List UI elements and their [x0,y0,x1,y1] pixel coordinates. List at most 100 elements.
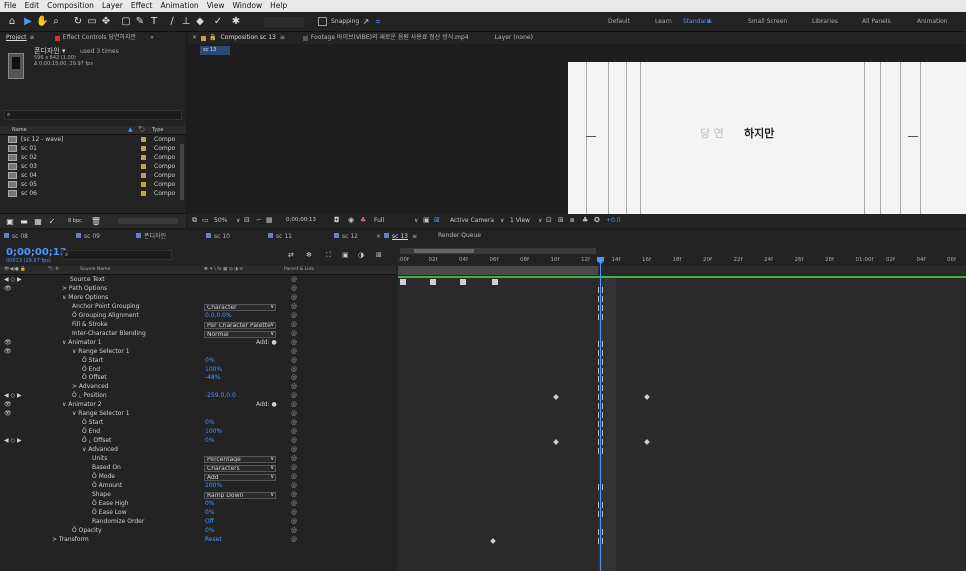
keyframe-navigator-icon[interactable]: ◀ ◇ ▶ [4,277,22,283]
work-area-span[interactable] [398,266,598,275]
home-icon[interactable]: ⌂ [6,16,18,28]
rectangle-tool-icon[interactable]: ▢ [120,16,132,28]
property-row[interactable]: Ö Start 0% @ [0,357,396,366]
expression-pickwhip-icon[interactable]: @ [291,429,297,435]
property-value[interactable]: Off [205,518,214,525]
property-row[interactable]: Shape Ramp Down ∨ @ [0,491,396,500]
expression-pickwhip-icon[interactable]: @ [291,303,297,310]
resolution-dropdown[interactable]: Full [374,218,384,224]
work-area-bar[interactable] [400,248,596,254]
expression-pickwhip-icon[interactable]: @ [291,285,297,292]
project-item[interactable]: sc 02 Compo [0,154,180,162]
property-row[interactable]: > Transform Reset @ [0,536,396,545]
zoom-level[interactable]: 50% [214,218,227,224]
property-row[interactable]: Ö End 100% @ [0,429,396,437]
timeline-tab[interactable]: sc 09 [76,233,100,240]
snapshot-icon[interactable]: ◘ [334,217,340,224]
magnify-icon[interactable]: ⧉ [192,217,197,224]
project-item[interactable]: sc 01 Compo [0,145,180,153]
channel-icon[interactable]: ▭ [202,217,209,224]
comp-breadcrumb[interactable]: sc 13 [200,46,230,55]
property-value[interactable]: 0% [205,438,215,444]
puppet-tool-icon[interactable]: ✱ [230,16,242,28]
keyframe-navigator-icon[interactable]: ◀ ◇ ▶ [4,393,22,399]
pan-behind-tool-icon[interactable]: ✥ [100,16,112,28]
close-tab-icon[interactable]: × [376,233,381,240]
comp-canvas[interactable]: 당 연 하지만 [568,62,966,214]
property-row[interactable]: 👁 ∨ Animator 2 Add: ● @ [0,402,396,410]
timeline-tab[interactable]: Render Queue [438,233,481,239]
expression-pickwhip-icon[interactable]: @ [291,384,297,390]
property-dropdown[interactable]: Normal [204,330,276,338]
expression-pickwhip-icon[interactable]: @ [291,348,297,355]
zoom-dropdown-icon[interactable]: ∨ [236,218,240,224]
expression-pickwhip-icon[interactable]: @ [291,536,297,543]
project-scrollbar[interactable] [180,144,184,200]
timeline-tab[interactable]: 폰디자인 [136,233,166,240]
property-value[interactable]: Reset [205,536,222,543]
channel-color-icon[interactable]: ♣ [360,217,366,224]
expression-pickwhip-icon[interactable]: @ [291,518,297,525]
property-row[interactable]: Fill & Stroke Per Character Palette ∨ @ [0,321,396,330]
keyframe-marker[interactable] [460,279,466,285]
show-snapshot-icon[interactable]: ◉ [348,217,354,224]
more-tabs-icon[interactable]: » [150,35,154,41]
3d-renderer-icon[interactable]: ⊞ [558,217,564,224]
timeline-tab[interactable]: × sc 13 ≡ [376,233,417,240]
expression-pickwhip-icon[interactable]: @ [291,393,297,399]
expression-pickwhip-icon[interactable]: @ [291,402,297,408]
property-row[interactable]: ◀ ◇ ▶ Ö ⌞ Position -259.0,0.0 @ [0,393,396,401]
menu-item[interactable]: Effect [131,2,153,10]
expression-pickwhip-icon[interactable]: @ [291,464,297,471]
expression-pickwhip-icon[interactable]: @ [291,491,297,498]
property-value[interactable]: 0% [205,420,215,426]
bit-depth[interactable]: 8 bpc [68,219,82,224]
draft-3d-icon[interactable]: ✻ [306,252,312,259]
expression-pickwhip-icon[interactable]: @ [291,447,297,453]
workspace-learn[interactable]: Learn [655,19,672,25]
fast-preview-icon[interactable]: ⊠ [434,217,440,224]
viewer-timecode[interactable]: 0;00;00;13 [286,217,316,224]
property-value[interactable]: -48% [205,375,221,381]
expression-pickwhip-icon[interactable]: @ [291,321,297,328]
expression-pickwhip-icon[interactable]: @ [291,357,297,364]
exposure-value[interactable]: +0.0 [606,218,621,224]
property-row[interactable]: Ö Mode Add ∨ @ [0,473,396,482]
eraser-tool-icon[interactable]: ◆ [194,16,206,28]
toggle-pixel-aspect-icon[interactable]: ⊡ [546,217,552,224]
timeline-search-input[interactable]: ⌕ [62,250,172,260]
view-layout-dropdown[interactable]: 1 View [510,218,530,224]
rotate-tool-icon[interactable]: ↻ [72,16,84,28]
interpret-footage-icon[interactable]: ▣ [4,216,16,228]
new-folder-icon[interactable]: ▬ [18,216,30,228]
project-item[interactable]: sc 06 Compo [0,190,180,198]
property-row[interactable]: Ö Amount 100% @ [0,482,396,491]
expression-pickwhip-icon[interactable]: @ [291,456,297,462]
lock-icon[interactable]: 🔒 [209,35,216,41]
property-row[interactable]: 👁 ∨ Range Selector 1 @ [0,348,396,357]
clone-stamp-tool-icon[interactable]: ⊥ [180,16,192,28]
property-row[interactable]: Units Percentage ∨ @ [0,456,396,464]
camera-tool-icon[interactable]: ▭ [86,16,98,28]
keyframe-marker[interactable] [400,279,406,285]
expression-pickwhip-icon[interactable]: @ [291,527,297,534]
frame-blending-icon[interactable]: ▣ [342,252,349,259]
timeline-tab[interactable]: sc 11 [268,233,292,240]
timeline-tab[interactable]: sc 12 [334,233,358,240]
workspace-animation[interactable]: Animation [917,19,948,25]
col-name[interactable]: Name [12,128,27,133]
property-row[interactable]: Based On Characters ∨ @ [0,464,396,473]
type-tool-icon[interactable]: T [148,16,160,28]
property-dropdown[interactable]: Percentage [204,456,276,463]
col-type[interactable]: Type [152,128,163,133]
expression-pickwhip-icon[interactable]: @ [291,277,297,283]
menu-item[interactable]: View [207,2,225,10]
menu-item[interactable]: Animation [160,2,198,10]
property-row[interactable]: ◀ ◇ ▶ Ö ⌞ Offset 0% @ [0,438,396,446]
menu-item[interactable]: File [4,2,17,10]
panel-menu-icon[interactable]: ≡ [30,35,35,41]
track-area[interactable] [398,276,966,571]
property-value[interactable]: 0% [205,357,215,364]
project-search-input[interactable]: ⌕ [4,110,182,120]
property-row[interactable]: 👁 > Path Options @ [0,285,396,294]
